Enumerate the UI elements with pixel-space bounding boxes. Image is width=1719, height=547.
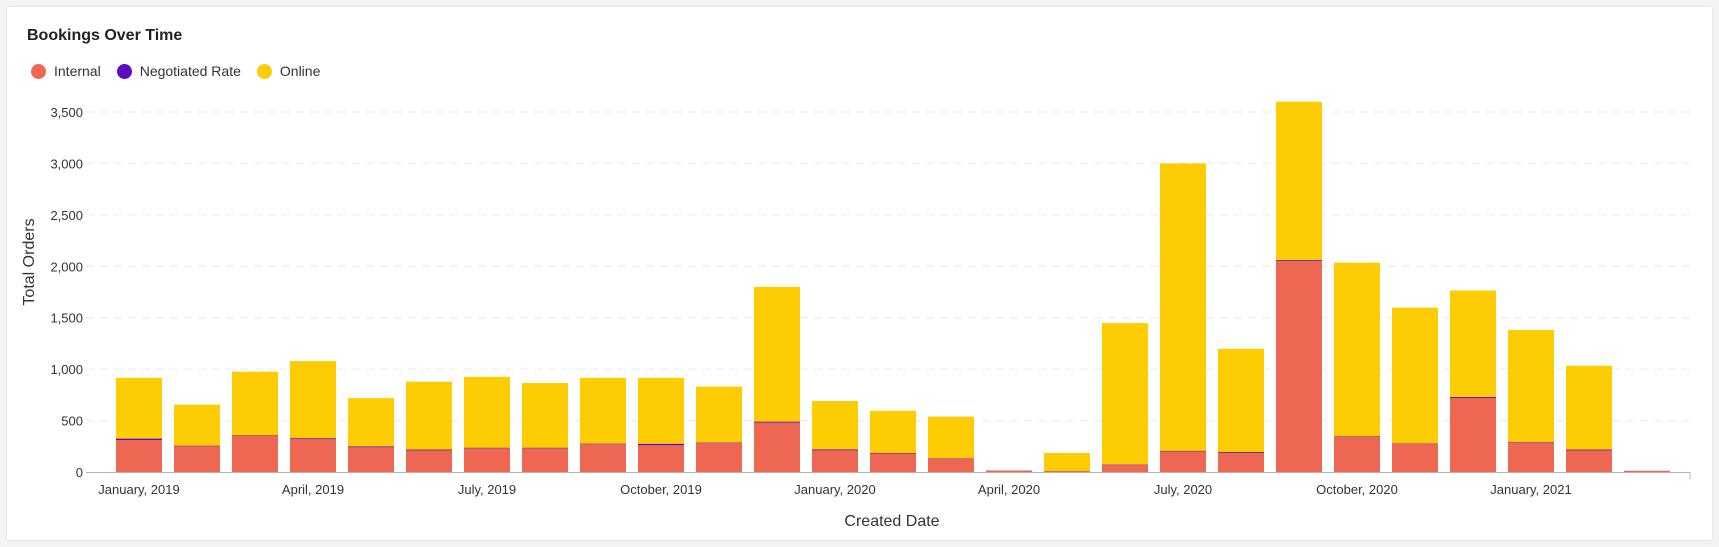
bar-segment-online[interactable] [406,381,452,450]
bar-segment-online[interactable] [1102,323,1148,465]
bar-segment-online[interactable] [1160,163,1206,451]
x-axis-ticks: January, 2019 April, 2019 July, 2019 Octobe… [98,482,1571,497]
bar-segment-internal[interactable] [290,439,336,472]
bar-segment-internal[interactable] [1450,397,1496,472]
bar-segment-online[interactable] [1044,452,1090,471]
bar-segment-negotiated-rate[interactable] [1450,396,1496,398]
y-axis-title: Total Orders [21,218,38,305]
y-tick-label: 2,500 [50,208,83,223]
bar-segment-online[interactable] [1218,348,1264,453]
bar-segment-online[interactable] [1450,290,1496,397]
y-tick-label: 500 [61,414,83,429]
bar-segment-online[interactable] [928,416,974,459]
bar-segment-online[interactable] [696,386,742,443]
bar-segment-negotiated-rate[interactable] [754,421,800,423]
x-tick-label: July, 2019 [458,482,516,497]
bar-segment-online[interactable] [290,361,336,439]
x-tick-label: April, 2019 [282,482,344,497]
bar-segment-online[interactable] [754,286,800,422]
x-tick-label: October, 2020 [1316,482,1398,497]
x-tick-label: January, 2020 [794,482,875,497]
bar-segment-internal[interactable] [464,448,510,472]
y-tick-label: 2,000 [50,259,83,274]
bar-segment-negotiated-rate[interactable] [116,438,162,441]
bar-segment-internal[interactable] [1044,470,1090,472]
x-tick-label: January, 2021 [1490,482,1571,497]
bar-segment-online[interactable] [1276,101,1322,261]
bar-segment-internal[interactable] [522,448,568,472]
y-tick-label: 3,000 [50,156,83,171]
bar-segment-online[interactable] [580,377,626,444]
bar-segment-online[interactable] [812,401,858,450]
bar-segment-online[interactable] [464,376,510,448]
bar-segment-internal[interactable] [638,445,684,472]
bar-segment-internal[interactable] [1160,451,1206,472]
bar-segment-internal[interactable] [580,444,626,472]
bar-segment-internal[interactable] [116,440,162,472]
bar-segment-online[interactable] [1508,330,1554,443]
x-tick-label: October, 2019 [620,482,702,497]
bar-segment-internal[interactable] [232,436,278,472]
bar-segment-online[interactable] [638,377,684,444]
bar-segment-internal[interactable] [1566,450,1612,472]
bar-segment-internal[interactable] [812,450,858,472]
bar-segment-online[interactable] [870,410,916,453]
x-tick-label: January, 2019 [98,482,179,497]
bar-segment-online[interactable] [116,377,162,439]
y-tick-label: 1,500 [50,311,83,326]
bar-segment-internal[interactable] [1624,470,1670,472]
bars [116,101,1670,472]
bar-segment-internal[interactable] [1392,443,1438,472]
bar-segment-online[interactable] [232,371,278,436]
bar-segment-online[interactable] [522,383,568,448]
bar-segment-internal[interactable] [406,450,452,472]
bar-segment-internal[interactable] [870,453,916,472]
chart-plot: 0 500 1,000 1,500 2,000 2,500 3,000 3,500 Janua… [21,101,1691,530]
x-tick-label: July, 2020 [1154,482,1212,497]
bar-segment-internal[interactable] [1508,442,1554,472]
bar-segment-internal[interactable] [754,422,800,472]
bar-segment-online[interactable] [1566,365,1612,450]
bar-segment-internal[interactable] [986,470,1032,472]
bar-segment-online[interactable] [348,398,394,447]
bar-segment-internal[interactable] [174,446,220,472]
y-tick-label: 0 [76,465,83,480]
bar-segment-negotiated-rate[interactable] [812,449,858,451]
bar-segment-online[interactable] [1392,307,1438,444]
bar-segment-internal[interactable] [1218,452,1264,472]
bar-segment-online[interactable] [1334,262,1380,437]
bar-segment-negotiated-rate[interactable] [638,443,684,446]
y-tick-label: 1,000 [50,362,83,377]
bar-segment-internal[interactable] [696,443,742,472]
y-axis-ticks: 0 500 1,000 1,500 2,000 2,500 3,000 3,500 [50,105,83,480]
bar-segment-internal[interactable] [348,447,394,472]
bar-segment-negotiated-rate[interactable] [1276,260,1322,262]
bar-segment-internal[interactable] [928,458,974,472]
x-tick-label: April, 2020 [978,482,1040,497]
bar-segment-internal[interactable] [1276,261,1322,472]
bar-segment-internal[interactable] [1334,437,1380,472]
y-tick-label: 3,500 [50,105,83,120]
bar-segment-online[interactable] [174,404,220,446]
bar-segment-internal[interactable] [1102,464,1148,472]
x-axis-title: Created Date [844,513,939,530]
x-axis [86,472,1691,479]
